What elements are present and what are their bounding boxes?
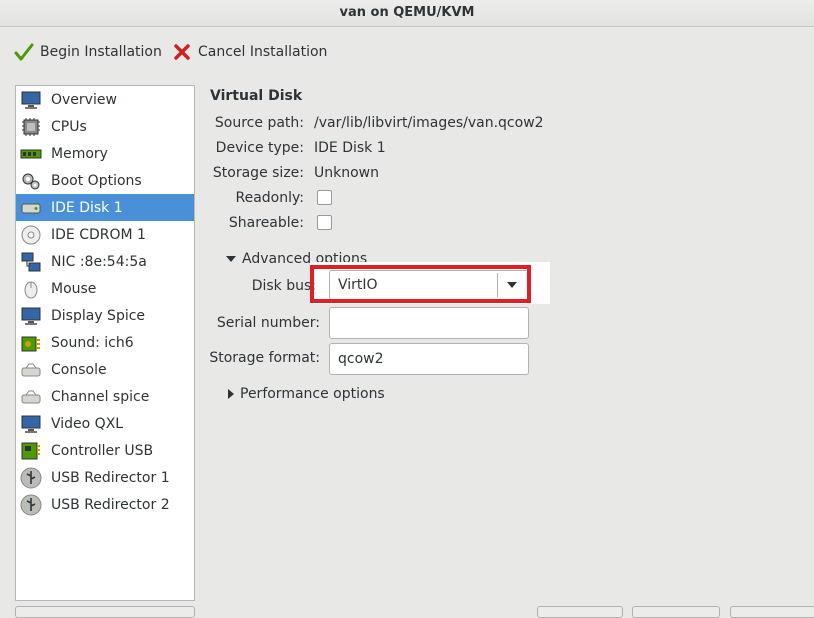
sidebar-item-nic[interactable]: NIC :8e:54:5a xyxy=(16,248,194,275)
sidebar-item-mouse[interactable]: Mouse xyxy=(16,275,194,302)
device-type-value: IDE Disk 1 xyxy=(314,140,386,156)
disk-bus-label: Disk bus: xyxy=(251,278,316,294)
serial-number-label: Serial number: xyxy=(216,315,320,331)
disk-details-panel: Virtual Disk Source path: /var/lib/libvi… xyxy=(196,80,814,612)
display-icon xyxy=(19,304,43,328)
begin-installation-label: Begin Installation xyxy=(40,44,162,60)
storage-format-combo[interactable]: qcow2 xyxy=(329,343,529,375)
memory-icon xyxy=(19,142,43,166)
readonly-checkbox[interactable] xyxy=(317,190,332,205)
expander-closed-icon xyxy=(228,389,234,399)
begin-installation-button[interactable]: Begin Installation xyxy=(14,39,162,65)
mouse-icon xyxy=(19,277,43,301)
controller-icon xyxy=(19,439,43,463)
apply-button[interactable] xyxy=(730,606,814,618)
hard-disk-icon xyxy=(19,196,43,220)
sidebar-item-usb-redirector-1[interactable]: USB Redirector 1 xyxy=(16,464,194,491)
sidebar-item-console[interactable]: Console xyxy=(16,356,194,383)
red-highlight-box xyxy=(310,265,531,303)
usb-icon xyxy=(19,493,43,517)
source-path-label: Source path: xyxy=(214,115,304,131)
monitor-icon xyxy=(19,88,43,112)
performance-options-label: Performance options xyxy=(240,386,385,402)
sidebar-item-ide-disk-1[interactable]: IDE Disk 1 xyxy=(16,194,194,221)
cancel-installation-label: Cancel Installation xyxy=(198,44,328,60)
window-title: van on QEMU/KVM xyxy=(339,5,475,20)
hardware-list: Overview CPUs Memory Boot Options IDE Di… xyxy=(15,85,195,601)
sidebar-item-display-spice[interactable]: Display Spice xyxy=(16,302,194,329)
cancel-button[interactable] xyxy=(632,606,720,618)
add-hardware-button[interactable] xyxy=(15,606,195,618)
storage-format-label: Storage format: xyxy=(209,350,320,366)
cpu-icon xyxy=(19,115,43,139)
remove-button[interactable] xyxy=(537,606,623,618)
storage-size-label: Storage size: xyxy=(212,165,304,181)
device-type-label: Device type: xyxy=(215,140,304,156)
performance-options-expander[interactable]: Performance options xyxy=(228,386,385,402)
sidebar-item-cpus[interactable]: CPUs xyxy=(16,113,194,140)
sidebar-item-usb-redirector-2[interactable]: USB Redirector 2 xyxy=(16,491,194,518)
sound-card-icon xyxy=(19,331,43,355)
checkmark-icon xyxy=(14,43,34,61)
video-icon xyxy=(19,412,43,436)
window-titlebar: van on QEMU/KVM xyxy=(0,0,814,27)
channel-icon xyxy=(19,385,43,409)
section-title: Virtual Disk xyxy=(210,88,303,104)
expander-open-icon xyxy=(226,256,236,262)
sidebar-item-ide-cdrom-1[interactable]: IDE CDROM 1 xyxy=(16,221,194,248)
storage-format-value: qcow2 xyxy=(338,351,384,367)
network-icon xyxy=(19,250,43,274)
storage-size-value: Unknown xyxy=(314,165,379,181)
toolbar: Begin Installation Cancel Installation xyxy=(0,27,814,77)
sidebar-item-controller-usb[interactable]: Controller USB xyxy=(16,437,194,464)
sidebar-item-memory[interactable]: Memory xyxy=(16,140,194,167)
sidebar-item-boot-options[interactable]: Boot Options xyxy=(16,167,194,194)
sidebar-item-sound[interactable]: Sound: ich6 xyxy=(16,329,194,356)
shareable-checkbox[interactable] xyxy=(317,215,332,230)
readonly-label: Readonly: xyxy=(235,190,305,206)
console-icon xyxy=(19,358,43,382)
sidebar-item-video-qxl[interactable]: Video QXL xyxy=(16,410,194,437)
serial-number-input[interactable] xyxy=(329,307,529,339)
sidebar-item-overview[interactable]: Overview xyxy=(16,86,194,113)
cancel-x-icon xyxy=(174,44,190,60)
sidebar-item-channel-spice[interactable]: Channel spice xyxy=(16,383,194,410)
usb-icon xyxy=(19,466,43,490)
source-path-value: /var/lib/libvirt/images/van.qcow2 xyxy=(314,115,544,131)
gears-icon xyxy=(19,169,43,193)
cancel-installation-button[interactable]: Cancel Installation xyxy=(172,39,327,65)
cdrom-icon xyxy=(19,223,43,247)
shareable-label: Shareable: xyxy=(228,215,304,231)
